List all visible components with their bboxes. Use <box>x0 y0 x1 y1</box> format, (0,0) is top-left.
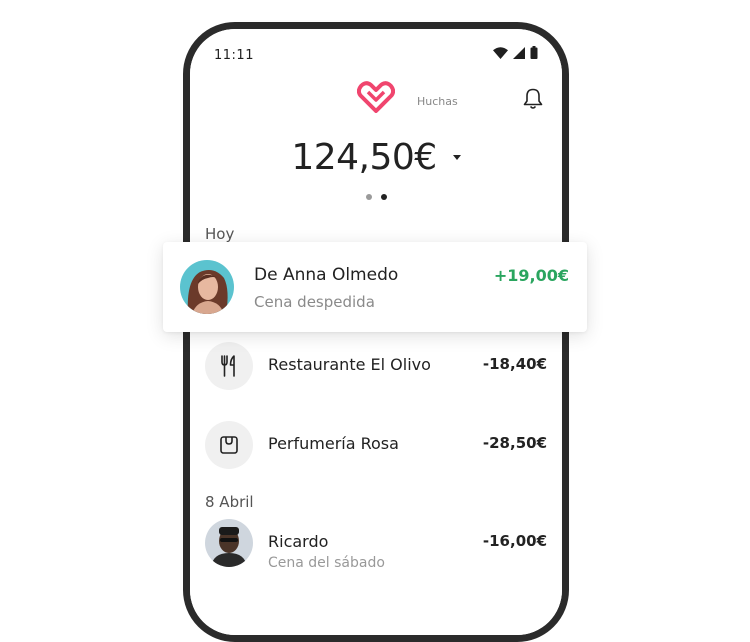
app-header: Huchas <box>190 81 562 121</box>
transaction-title: Perfumería Rosa <box>268 434 399 453</box>
transaction-amount: -28,50€ <box>482 434 547 452</box>
avatar <box>205 519 253 567</box>
highlight-amount: +19,00€ <box>493 266 569 285</box>
transaction-title: Ricardo <box>268 532 329 551</box>
battery-icon <box>530 46 538 59</box>
transaction-row[interactable]: Perfumería Rosa -28,50€ <box>205 419 547 471</box>
balance-amount: 124,50€ <box>291 137 437 178</box>
transaction-row[interactable]: Restaurante El Olivo -18,40€ <box>205 340 547 392</box>
signal-icon <box>513 46 525 59</box>
balance-row[interactable]: 124,50€ <box>190 137 562 178</box>
page-dot-active[interactable] <box>380 194 387 200</box>
highlighted-transaction-card[interactable]: De Anna Olmedo Cena despedida +19,00€ <box>163 242 587 332</box>
page-dot[interactable] <box>365 194 372 200</box>
section-april: 8 Abril <box>205 493 254 511</box>
cutlery-icon <box>205 342 253 390</box>
status-icons <box>493 46 538 59</box>
transaction-row[interactable]: Ricardo Cena del sábado -16,00€ <box>205 517 547 571</box>
highlight-title: De Anna Olmedo <box>254 265 399 285</box>
shopping-bag-icon <box>205 421 253 469</box>
section-today: Hoy <box>205 225 235 243</box>
phone-screen: 11:11 Huchas 124,50€ Hoy Restaurante El … <box>190 29 562 635</box>
transaction-amount: -16,00€ <box>482 532 547 550</box>
page-indicator <box>190 194 562 200</box>
avatar <box>180 260 234 314</box>
highlight-subtitle: Cena despedida <box>254 293 375 311</box>
transaction-subtitle: Cena del sábado <box>268 555 385 571</box>
bell-icon[interactable] <box>523 88 543 110</box>
status-time: 11:11 <box>214 48 254 63</box>
tab-huchas[interactable]: Huchas <box>417 95 458 108</box>
heart-logo-icon[interactable] <box>357 81 395 113</box>
transaction-amount: -18,40€ <box>482 355 547 373</box>
transaction-title: Restaurante El Olivo <box>268 355 431 374</box>
phone-frame: 11:11 Huchas 124,50€ Hoy Restaurante El … <box>183 22 569 642</box>
wifi-icon <box>493 46 508 59</box>
chevron-down-icon[interactable] <box>452 155 461 160</box>
